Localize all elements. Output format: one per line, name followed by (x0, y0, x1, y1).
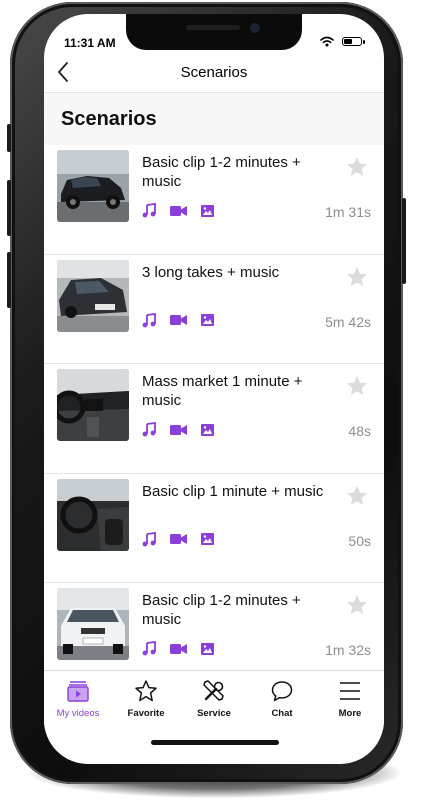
home-indicator[interactable] (151, 740, 279, 745)
power-button (402, 198, 406, 284)
scenario-title: Mass market 1 minute + music (142, 373, 303, 409)
tab-label: My videos (56, 708, 100, 719)
music-note-icon (142, 641, 156, 656)
scenario-duration: 1m 32s (325, 642, 371, 658)
music-note-icon (142, 531, 156, 546)
scenario-item[interactable]: Basic clip 1 minute + music 50s (44, 473, 384, 583)
wifi-icon (320, 36, 334, 47)
scenario-title: Basic clip 1-2 minutes + music (142, 154, 301, 190)
favorite-star-icon[interactable] (345, 484, 369, 508)
scenario-item[interactable]: 3 long takes + music 5m 42s (44, 254, 384, 364)
media-icons (142, 422, 214, 437)
scenario-duration: 5m 42s (325, 313, 371, 330)
tab-more[interactable]: More (316, 671, 384, 729)
system-icons (320, 36, 365, 47)
music-note-icon (142, 422, 156, 437)
car-photo-image (57, 259, 129, 332)
tab-my-videos[interactable]: My videos (44, 671, 112, 729)
speaker (186, 25, 240, 30)
status-time: 11:31 AM (64, 36, 116, 50)
favorite-star-icon[interactable] (345, 374, 369, 398)
scenario-thumbnail (57, 369, 129, 441)
tools-icon (203, 680, 224, 701)
car-photo-image (57, 588, 129, 660)
scenario-item[interactable]: Mass market 1 minute + music 48s (44, 364, 384, 474)
mute-switch (7, 124, 11, 152)
video-folder-icon (67, 681, 89, 702)
image-icon (201, 204, 214, 217)
scenario-duration: 1m 31s (325, 204, 371, 220)
favorite-star-icon[interactable] (345, 265, 369, 289)
favorite-star-icon[interactable] (345, 155, 369, 179)
scenario-title: Basic clip 1-2 minutes + music (142, 592, 301, 628)
section-title: Scenarios (61, 108, 157, 130)
hamburger-menu-icon (340, 682, 360, 700)
media-icons (142, 312, 214, 328)
car-interior-image (57, 478, 129, 551)
image-icon (201, 314, 214, 326)
tab-favorite[interactable]: Favorite (112, 671, 180, 729)
image-icon (201, 642, 214, 655)
favorite-star-icon[interactable] (345, 593, 369, 617)
car-photo-image (57, 150, 129, 222)
car-interior-image (57, 369, 129, 441)
star-icon (135, 680, 157, 702)
scenario-item[interactable]: Basic clip 1-2 minutes + music 1m 31s (44, 145, 384, 255)
tab-service[interactable]: Service (180, 671, 248, 729)
image-icon (201, 533, 214, 545)
scenario-thumbnail (57, 150, 129, 222)
video-camera-icon (170, 315, 187, 325)
media-icons (142, 641, 214, 656)
music-note-icon (142, 203, 156, 218)
scenario-duration: 50s (348, 532, 371, 549)
scenario-thumbnail (57, 588, 129, 660)
scenario-title: Basic clip 1 minute + music (142, 482, 324, 500)
battery-icon (342, 37, 365, 46)
video-camera-icon (170, 534, 187, 544)
video-camera-icon (170, 424, 187, 435)
video-camera-icon (170, 205, 187, 216)
scenarios-content[interactable]: Scenarios Basic clip 1-2 minutes + music (44, 93, 384, 670)
scenario-thumbnail (57, 478, 129, 551)
app-screen: 11:31 AM Scenarios Scenarios Basic clip … (44, 14, 384, 764)
tab-label: Chat (271, 708, 293, 719)
tab-bar: My videos Favorite Service Chat More (44, 670, 384, 729)
chat-bubble-icon (271, 681, 293, 702)
media-icons (142, 203, 214, 218)
navigation-bar: Scenarios (44, 54, 384, 93)
volume-up-button (7, 180, 11, 236)
tab-label: More (338, 708, 362, 719)
scenario-list: Basic clip 1-2 minutes + music 1m 31s 3 … (44, 145, 384, 670)
scenario-title: 3 long takes + music (142, 263, 280, 281)
video-camera-icon (170, 643, 187, 654)
image-icon (201, 423, 214, 436)
notch (126, 14, 302, 50)
scenario-item[interactable]: Basic clip 1-2 minutes + music 1m 32s (44, 583, 384, 670)
front-camera (250, 23, 260, 33)
media-icons (142, 531, 214, 547)
tab-label: Service (197, 708, 231, 719)
tab-label: Favorite (127, 708, 165, 719)
music-note-icon (142, 312, 156, 327)
volume-down-button (7, 252, 11, 308)
tab-chat[interactable]: Chat (248, 671, 316, 729)
scenario-thumbnail (57, 259, 129, 332)
scenario-duration: 48s (348, 423, 371, 439)
page-title: Scenarios (180, 64, 248, 81)
